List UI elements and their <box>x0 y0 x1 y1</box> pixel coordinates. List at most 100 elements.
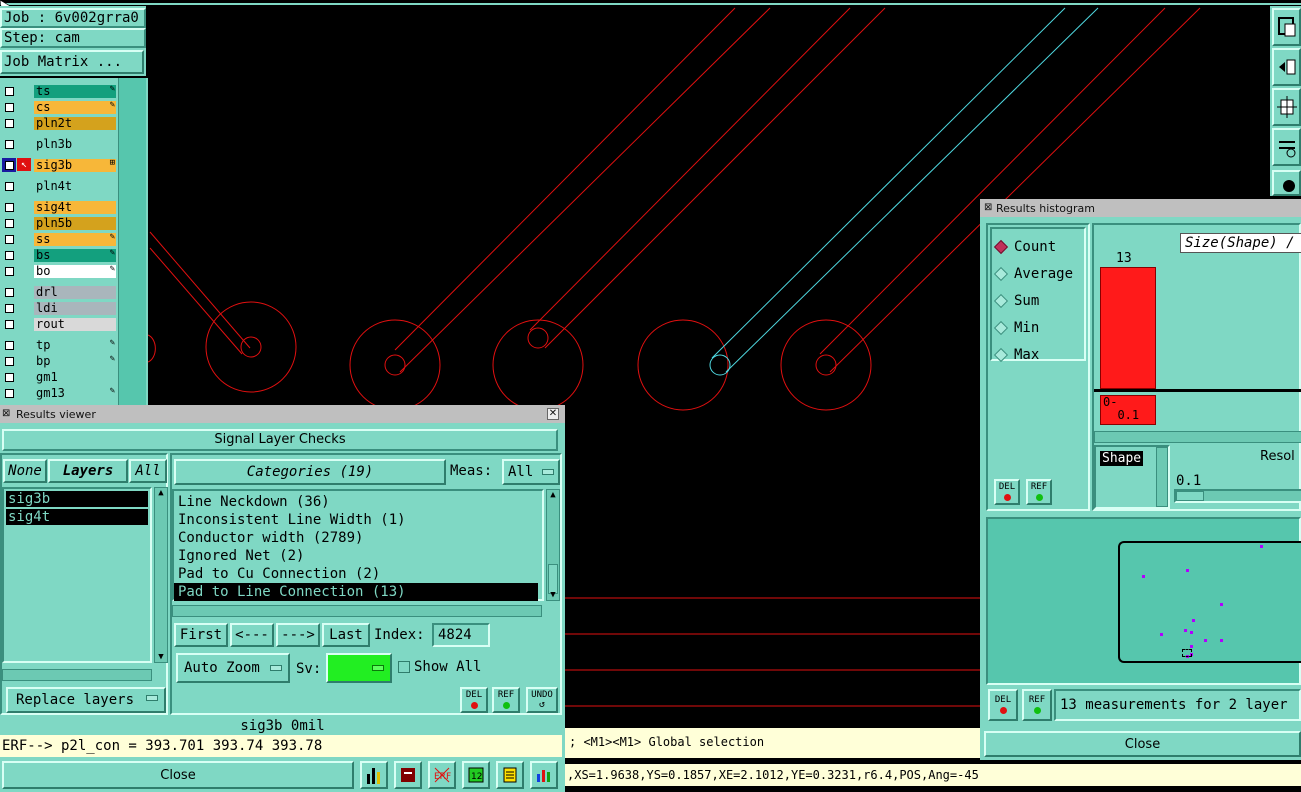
auto-zoom-dropdown[interactable]: Auto Zoom <box>176 653 290 683</box>
affected-toggle[interactable] <box>17 317 31 330</box>
measure-icon[interactable] <box>1272 128 1301 166</box>
layer-row-bo[interactable]: bo ✎ <box>0 264 118 278</box>
bin-label[interactable]: 0- 0.1 <box>1100 395 1156 425</box>
histogram-del-button[interactable]: DEL <box>994 479 1020 505</box>
affected-toggle[interactable] <box>17 301 31 314</box>
layer-checkbox[interactable] <box>2 338 16 352</box>
layer-checkbox[interactable] <box>2 116 16 130</box>
layer-checkbox[interactable] <box>2 216 16 230</box>
layer-checkbox[interactable] <box>2 370 16 384</box>
category-item[interactable]: Conductor width (2789) <box>174 529 542 547</box>
layer-checkbox[interactable] <box>2 386 16 400</box>
affected-toggle[interactable] <box>17 354 31 367</box>
layer-checkbox[interactable] <box>2 137 16 151</box>
resolution-slider[interactable] <box>1174 489 1301 503</box>
layer-row-gm1[interactable]: gm1 <box>0 370 118 384</box>
affected-toggle[interactable] <box>17 116 31 129</box>
histogram-hscroll[interactable] <box>1094 431 1301 443</box>
layer-row-bs[interactable]: bs ✎ <box>0 248 118 262</box>
layer-row-drl[interactable]: drl <box>0 285 118 299</box>
affected-toggle[interactable] <box>17 264 31 277</box>
size-shape-label[interactable]: Size(Shape) / <box>1180 233 1301 253</box>
layer-row-cs[interactable]: cs ✎ <box>0 100 118 114</box>
zoom-fit-icon[interactable] <box>1272 8 1301 46</box>
affected-toggle[interactable] <box>17 84 31 97</box>
histogram-close-button[interactable]: Close <box>984 731 1301 757</box>
affected-toggle[interactable] <box>17 386 31 399</box>
affected-toggle[interactable] <box>17 338 31 351</box>
close-button[interactable]: Close <box>2 761 354 789</box>
mode-radio-group[interactable]: Count Average Sum Min Max <box>990 227 1086 363</box>
report-tool-icon[interactable] <box>394 761 422 789</box>
counter-tool-icon[interactable]: 12 <box>462 761 490 789</box>
layer-row-pln4t[interactable]: pln4t <box>0 179 118 193</box>
layer-name[interactable]: bs <box>34 248 116 262</box>
affected-toggle[interactable] <box>17 200 31 213</box>
category-item[interactable]: Line Neckdown (36) <box>174 493 542 511</box>
shape-list-vscroll[interactable] <box>1156 447 1168 507</box>
category-list-hscroll[interactable] <box>172 605 542 617</box>
affected-toggle[interactable] <box>17 137 31 150</box>
next-button[interactable]: ---> <box>276 623 320 647</box>
layer-name[interactable]: tp <box>34 338 116 352</box>
layer-checkbox[interactable] <box>2 200 16 214</box>
category-list-vscroll[interactable]: ▲ ▼ <box>546 489 560 601</box>
categories-button[interactable]: Categories (19) <box>174 459 446 485</box>
mode-radio-count[interactable]: Count <box>993 233 1084 260</box>
pan-icon[interactable] <box>1272 48 1301 86</box>
layer-name[interactable]: bo <box>34 264 116 278</box>
layer-name[interactable]: gm13 <box>34 386 116 400</box>
scatter-del-button[interactable]: DEL <box>988 689 1018 721</box>
mode-radio-max[interactable]: Max <box>993 341 1084 368</box>
category-item[interactable]: Pad to Cu Connection (2) <box>174 565 542 583</box>
histogram-bar[interactable] <box>1100 267 1156 389</box>
layer-name[interactable]: rout <box>34 317 116 331</box>
sv-color-dropdown[interactable] <box>326 653 392 683</box>
layer-row-ts[interactable]: ts ✎ <box>0 84 118 98</box>
prev-button[interactable]: <--- <box>230 623 274 647</box>
work-layer-icon[interactable]: ↖ <box>17 158 31 171</box>
histogram-tool-icon[interactable] <box>360 761 388 789</box>
layer-name[interactable]: ldi <box>34 301 116 315</box>
layers-button[interactable]: Layers <box>48 459 128 483</box>
slider-thumb[interactable] <box>1176 491 1204 501</box>
undo-button[interactable]: UNDO ↺ <box>526 687 558 713</box>
scatter-plot[interactable] <box>1118 541 1301 663</box>
close-icon[interactable]: ✕ <box>547 408 559 420</box>
affected-toggle[interactable] <box>17 100 31 113</box>
scatter-ref-button[interactable]: REF <box>1022 689 1052 721</box>
last-button[interactable]: Last <box>322 623 370 647</box>
layer-row-ss[interactable]: ss ✎ <box>0 232 118 246</box>
notes-tool-icon[interactable] <box>496 761 524 789</box>
results-viewer-titlebar[interactable]: ⊠ Results viewer ✕ <box>0 405 565 423</box>
layer-checkbox[interactable] <box>2 179 16 193</box>
window-menu-icon[interactable]: ⊠ <box>2 408 10 419</box>
layer-name[interactable]: ss <box>34 232 116 246</box>
first-button[interactable]: First <box>174 623 228 647</box>
layer-row-pln3b[interactable]: pln3b <box>0 137 118 151</box>
list-item[interactable]: sig4t <box>6 509 148 525</box>
layer-checkbox[interactable] <box>2 354 16 368</box>
layer-name[interactable]: bp <box>34 354 116 368</box>
histogram-titlebar[interactable]: ⊠ Results histogram <box>980 199 1301 217</box>
layer-name[interactable]: pln5b <box>34 216 116 230</box>
list-item[interactable]: sig3b <box>6 491 148 507</box>
none-button[interactable]: None <box>3 459 47 483</box>
layer-row-sig4t[interactable]: sig4t <box>0 200 118 214</box>
layer-name[interactable]: pln4t <box>34 179 116 193</box>
layer-name[interactable]: pln2t <box>34 116 116 130</box>
layer-name[interactable]: drl <box>34 285 116 299</box>
index-field[interactable]: 4824 <box>432 623 490 647</box>
replace-layers-dropdown[interactable]: Replace layers <box>6 687 166 713</box>
category-list[interactable]: Line Neckdown (36) Inconsistent Line Widt… <box>172 489 544 601</box>
show-all-checkbox[interactable] <box>398 661 410 673</box>
category-item[interactable]: Inconsistent Line Width (1) <box>174 511 542 529</box>
shape-label[interactable]: Shape <box>1100 451 1144 466</box>
layer-row-ldi[interactable]: ldi <box>0 301 118 315</box>
zoom-window-icon[interactable] <box>1272 88 1301 126</box>
layer-checkbox[interactable] <box>2 84 16 98</box>
ref-button[interactable]: REF <box>492 687 520 713</box>
layer-name[interactable]: cs <box>34 100 116 114</box>
layer-checkbox[interactable] <box>2 248 16 262</box>
affected-toggle[interactable] <box>17 179 31 192</box>
